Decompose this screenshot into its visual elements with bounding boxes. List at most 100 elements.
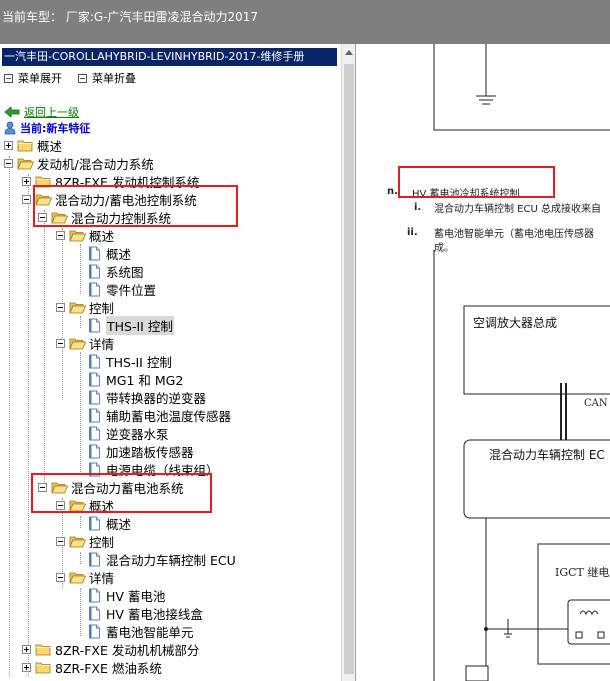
tree-guide	[80, 244, 81, 294]
current-location-label: 当前:新车特征	[20, 122, 91, 135]
tree-item-doc[interactable]: HV 蓄电池接线盒	[88, 604, 203, 622]
list-marker: n.	[387, 186, 398, 197]
tree-label: 8ZR-FXE 燃油系统	[55, 660, 162, 676]
list-marker: i.	[414, 202, 422, 213]
tree-guide	[80, 352, 81, 474]
document-icon	[88, 264, 101, 279]
tree-item-doc[interactable]: 系统图	[88, 262, 144, 280]
tree-item-doc[interactable]: 辅助蓄电池温度传感器	[88, 406, 231, 424]
tree-item-hcs-overview[interactable]: 概述	[56, 226, 114, 244]
document-icon	[88, 408, 101, 423]
tree-item-fuel-8zr[interactable]: 8ZR-FXE 燃油系统	[22, 658, 162, 676]
tree-item-doc[interactable]: THS-II 控制	[88, 352, 172, 370]
tree-guide	[80, 316, 81, 328]
diagram-label: IGCT 继电	[555, 566, 610, 579]
tree-item-doc-selected[interactable]: THS-II 控制	[88, 315, 174, 335]
diagram-label: 混合动力车辆控制 EC	[489, 448, 605, 462]
expand-icon[interactable]	[22, 663, 31, 672]
title-bar: 当前车型： 厂家:G-广汽丰田雷凌混合动力2017	[0, 0, 610, 44]
tree-item-doc[interactable]: 概述	[88, 244, 131, 262]
collapse-menu-label: 菜单折叠	[92, 72, 136, 85]
expand-icon[interactable]	[22, 177, 31, 186]
tree-item-doc[interactable]: MG1 和 MG2	[88, 370, 183, 388]
document-icon	[88, 426, 101, 441]
list-marker: ii.	[407, 227, 418, 238]
document-icon	[88, 552, 101, 567]
tree-item-hbs-detail[interactable]: 详情	[56, 568, 114, 586]
document-icon	[88, 606, 101, 621]
diagram-label: CAN	[584, 398, 608, 409]
document-icon	[88, 372, 101, 387]
folder-icon	[17, 139, 34, 152]
tree-item-doc[interactable]: 零件位置	[88, 280, 156, 298]
document-icon	[88, 354, 101, 369]
doc-paragraph: 成。	[434, 243, 454, 254]
tree-item-hbs-control[interactable]: 控制	[56, 532, 114, 550]
expand-icon[interactable]	[22, 645, 31, 654]
tree-label: 概述	[37, 138, 63, 154]
collapse-icon[interactable]	[22, 195, 31, 204]
collapse-icon[interactable]	[4, 159, 13, 168]
collapse-icon[interactable]	[56, 339, 65, 348]
tree-label: 带转换器的逆变器	[106, 390, 207, 406]
tree-item-doc[interactable]: 带转换器的逆变器	[88, 388, 206, 406]
tree-label: THS-II 控制	[106, 315, 174, 335]
collapse-icon[interactable]	[56, 303, 65, 312]
tree-guide	[80, 588, 81, 636]
tree-guide	[80, 516, 81, 528]
tree-item-doc[interactable]: 加速踏板传感器	[88, 442, 194, 460]
tree-item-doc[interactable]: 逆变器水泵	[88, 424, 169, 442]
tree-item-doc[interactable]: 混合动力车辆控制 ECU	[88, 550, 236, 568]
folder-open-icon	[69, 535, 86, 548]
folder-open-icon	[69, 301, 86, 314]
collapse-menu-button[interactable]: 菜单折叠	[78, 70, 136, 86]
tree-guide	[9, 156, 10, 676]
collapse-icon[interactable]	[56, 573, 65, 582]
tree-label: 零件位置	[106, 282, 157, 298]
folder-icon	[35, 643, 52, 656]
expand-icon[interactable]	[4, 141, 13, 150]
user-icon	[4, 121, 16, 135]
collapse-icon[interactable]	[56, 537, 65, 546]
doc-paragraph: 蓄电池智能单元（蓄电池电压传感器	[434, 229, 594, 240]
scrollbar-thumb[interactable]	[344, 64, 354, 674]
doc-paragraph: 混合动力车辆控制 ECU 总成接收来自	[434, 204, 601, 215]
tree-item-hcs-detail[interactable]: 详情	[56, 334, 114, 352]
tree-item-doc[interactable]: 蓄电池智能单元	[88, 622, 194, 640]
folder-open-icon	[69, 229, 86, 242]
expand-menu-label: 菜单展开	[18, 72, 62, 85]
tree-label: 发动机/混合动力系统	[37, 156, 154, 172]
wiring-diagram	[433, 44, 610, 681]
document-icon	[88, 624, 101, 639]
document-pane: n. HV 蓄电池冷却系统控制 i. 混合动力车辆控制 ECU 总成接收来自 i…	[358, 44, 610, 681]
tree-item-engine-mech-8zr[interactable]: 8ZR-FXE 发动机机械部分	[22, 640, 199, 658]
tree-label: 蓄电池智能单元	[106, 624, 194, 640]
tree-label: 混合动力车辆控制 ECU	[106, 552, 236, 568]
tree-label: THS-II 控制	[106, 354, 172, 370]
document-icon	[88, 318, 101, 333]
menu-collapse-icon	[78, 73, 87, 83]
tree-label: 概述	[89, 228, 115, 244]
tree-item-doc[interactable]: HV 蓄电池	[88, 586, 165, 604]
document-icon	[88, 444, 101, 459]
tree-item-hcs-control[interactable]: 控制	[56, 298, 114, 316]
back-link-label: 返回上一级	[24, 106, 79, 119]
navigation-pane: 一汽丰田-COROLLAHYBRID-LEVINHYBRID-2017-维修手册…	[0, 44, 356, 681]
tree-item-doc[interactable]: 概述	[88, 514, 131, 532]
tree-item-engine-hybrid[interactable]: 发动机/混合动力系统	[4, 154, 154, 172]
tree-scrollbar[interactable]	[341, 44, 355, 681]
scroll-up-icon[interactable]	[345, 50, 353, 55]
tree-label: 控制	[89, 300, 115, 316]
tree-label: 8ZR-FXE 发动机机械部分	[55, 642, 200, 658]
window-title: 当前车型： 厂家:G-广汽丰田雷凌混合动力2017	[2, 10, 259, 24]
expand-menu-button[interactable]: 菜单展开	[4, 70, 62, 86]
tree-guide	[80, 552, 81, 564]
document-icon	[88, 588, 101, 603]
tree-item-overview[interactable]: 概述	[4, 136, 62, 154]
back-link[interactable]: 返回上一级	[4, 104, 79, 120]
tree-label: 概述	[106, 516, 132, 532]
collapse-icon[interactable]	[56, 231, 65, 240]
menu-expand-icon	[4, 73, 13, 83]
tree-label: HV 蓄电池接线盒	[106, 606, 203, 622]
tree-label: HV 蓄电池	[106, 588, 166, 604]
